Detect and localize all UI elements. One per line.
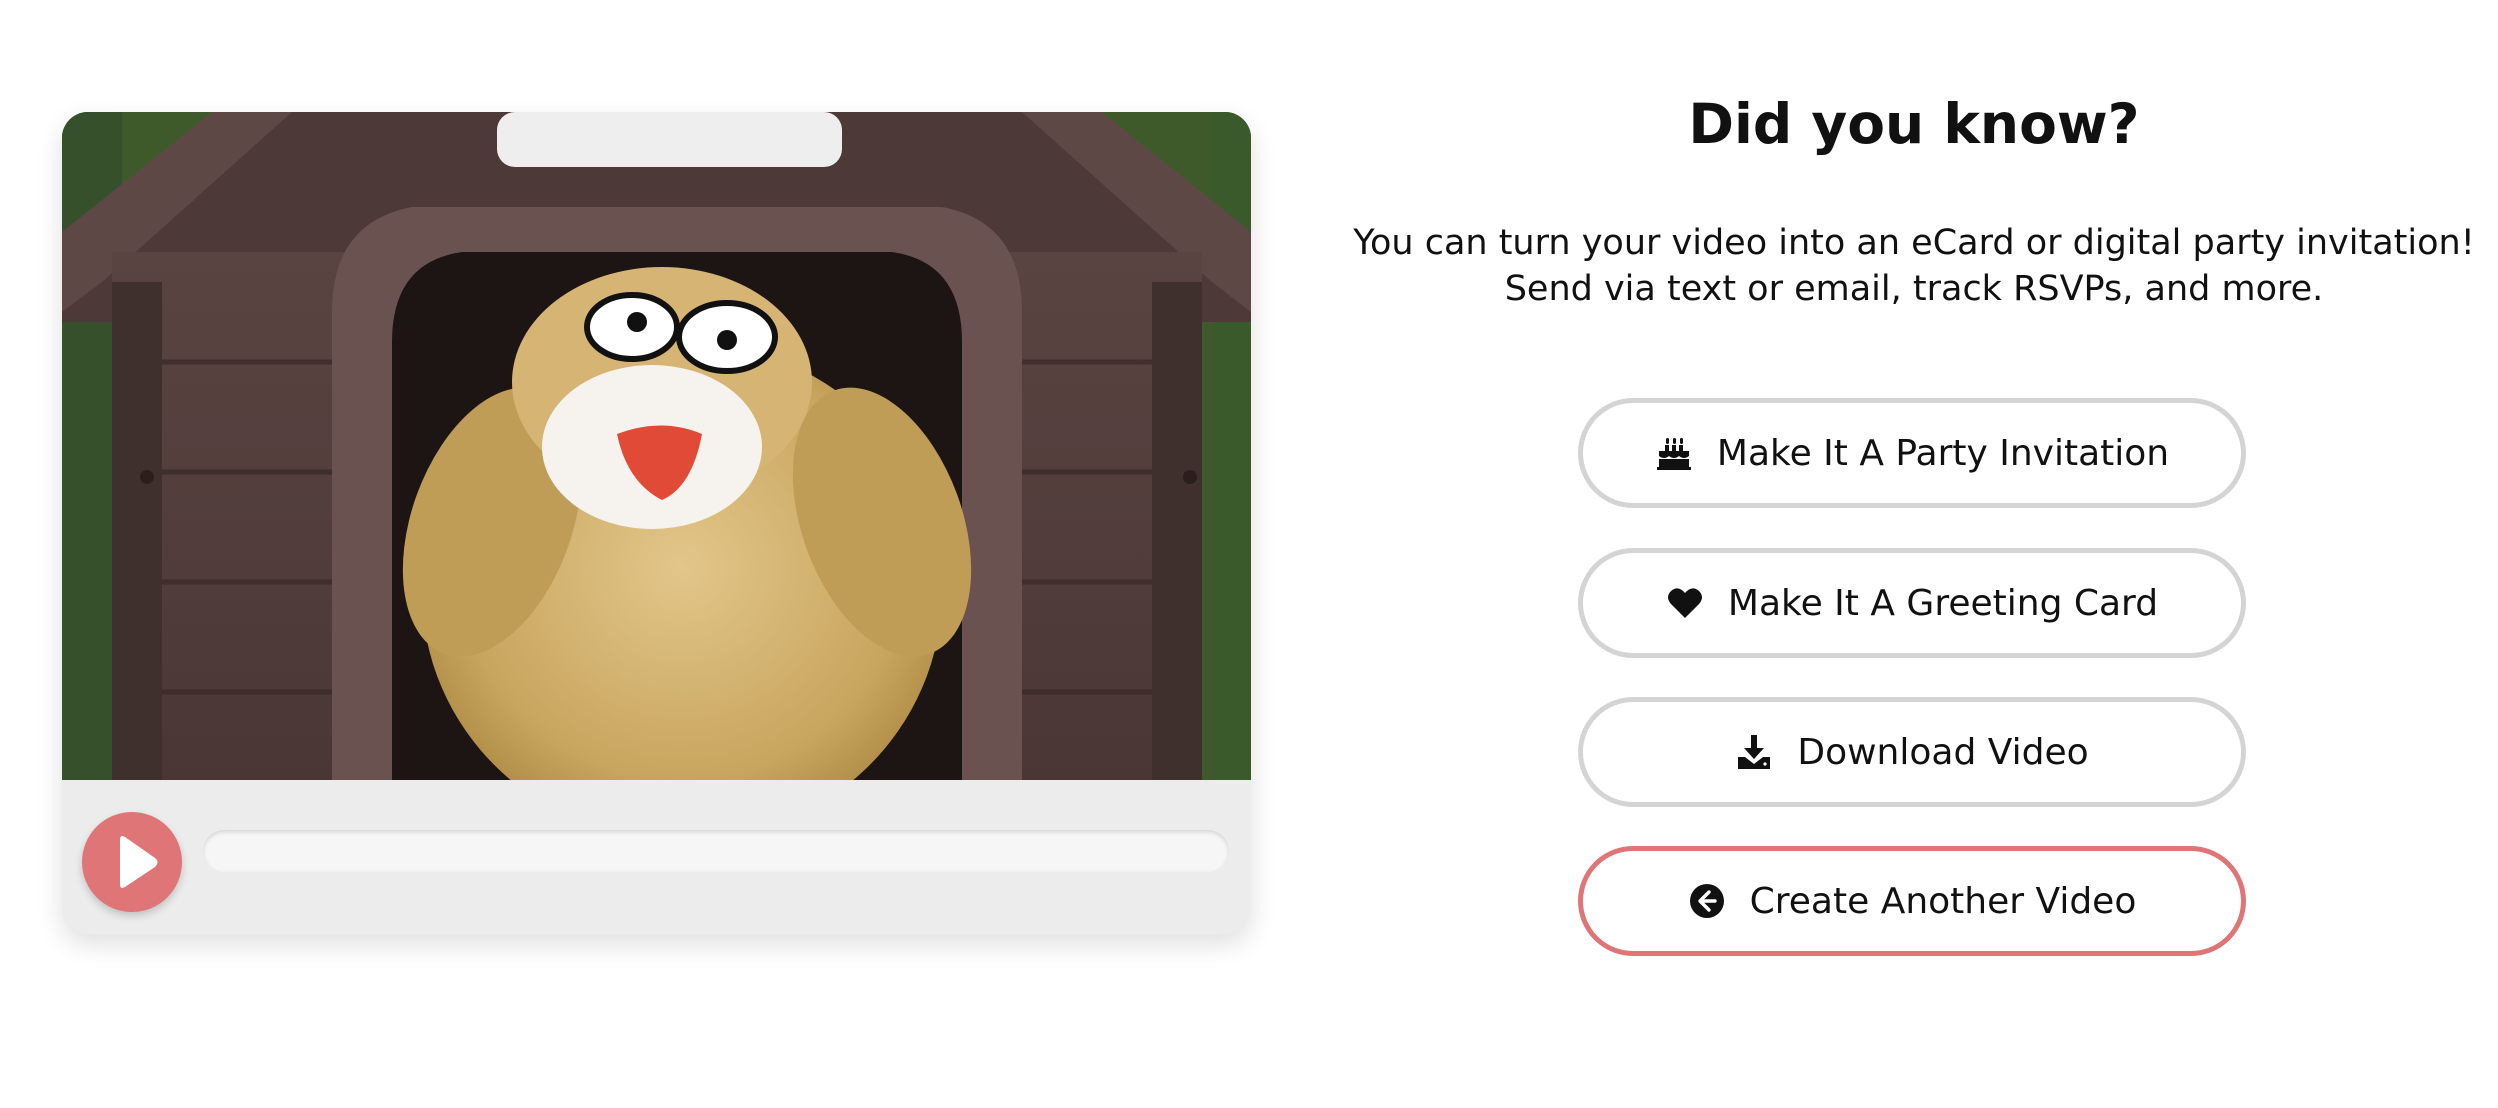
birthday-cake-icon [1655, 434, 1693, 472]
info-description: You can turn your video into an eCard or… [1340, 220, 2488, 312]
info-description-line-1: You can turn your video into an eCard or… [1353, 223, 2475, 263]
play-icon [120, 836, 158, 888]
info-description-line-2: Send via text or email, track RSVPs, and… [1504, 269, 2324, 309]
video-progress-bar[interactable] [203, 830, 1229, 872]
party-invitation-label: Make It A Party Invitation [1716, 432, 2170, 474]
greeting-card-button[interactable]: Make It A Greeting Card [1578, 548, 2246, 658]
party-invitation-button[interactable]: Make It A Party Invitation [1578, 398, 2246, 508]
download-icon [1735, 733, 1773, 771]
video-frame[interactable] [62, 112, 1251, 780]
greeting-card-label: Make It A Greeting Card [1727, 582, 2159, 624]
heart-icon [1666, 584, 1704, 622]
download-video-button[interactable]: Download Video [1578, 697, 2246, 807]
arrow-left-circle-icon [1688, 882, 1726, 920]
download-video-label: Download Video [1797, 731, 2089, 773]
video-thumbnail [62, 112, 1251, 780]
create-another-video-label: Create Another Video [1749, 880, 2137, 922]
create-another-video-button[interactable]: Create Another Video [1578, 846, 2246, 956]
video-player [62, 112, 1251, 934]
info-title: Did you know? [1688, 92, 2140, 156]
play-button[interactable] [82, 812, 182, 912]
